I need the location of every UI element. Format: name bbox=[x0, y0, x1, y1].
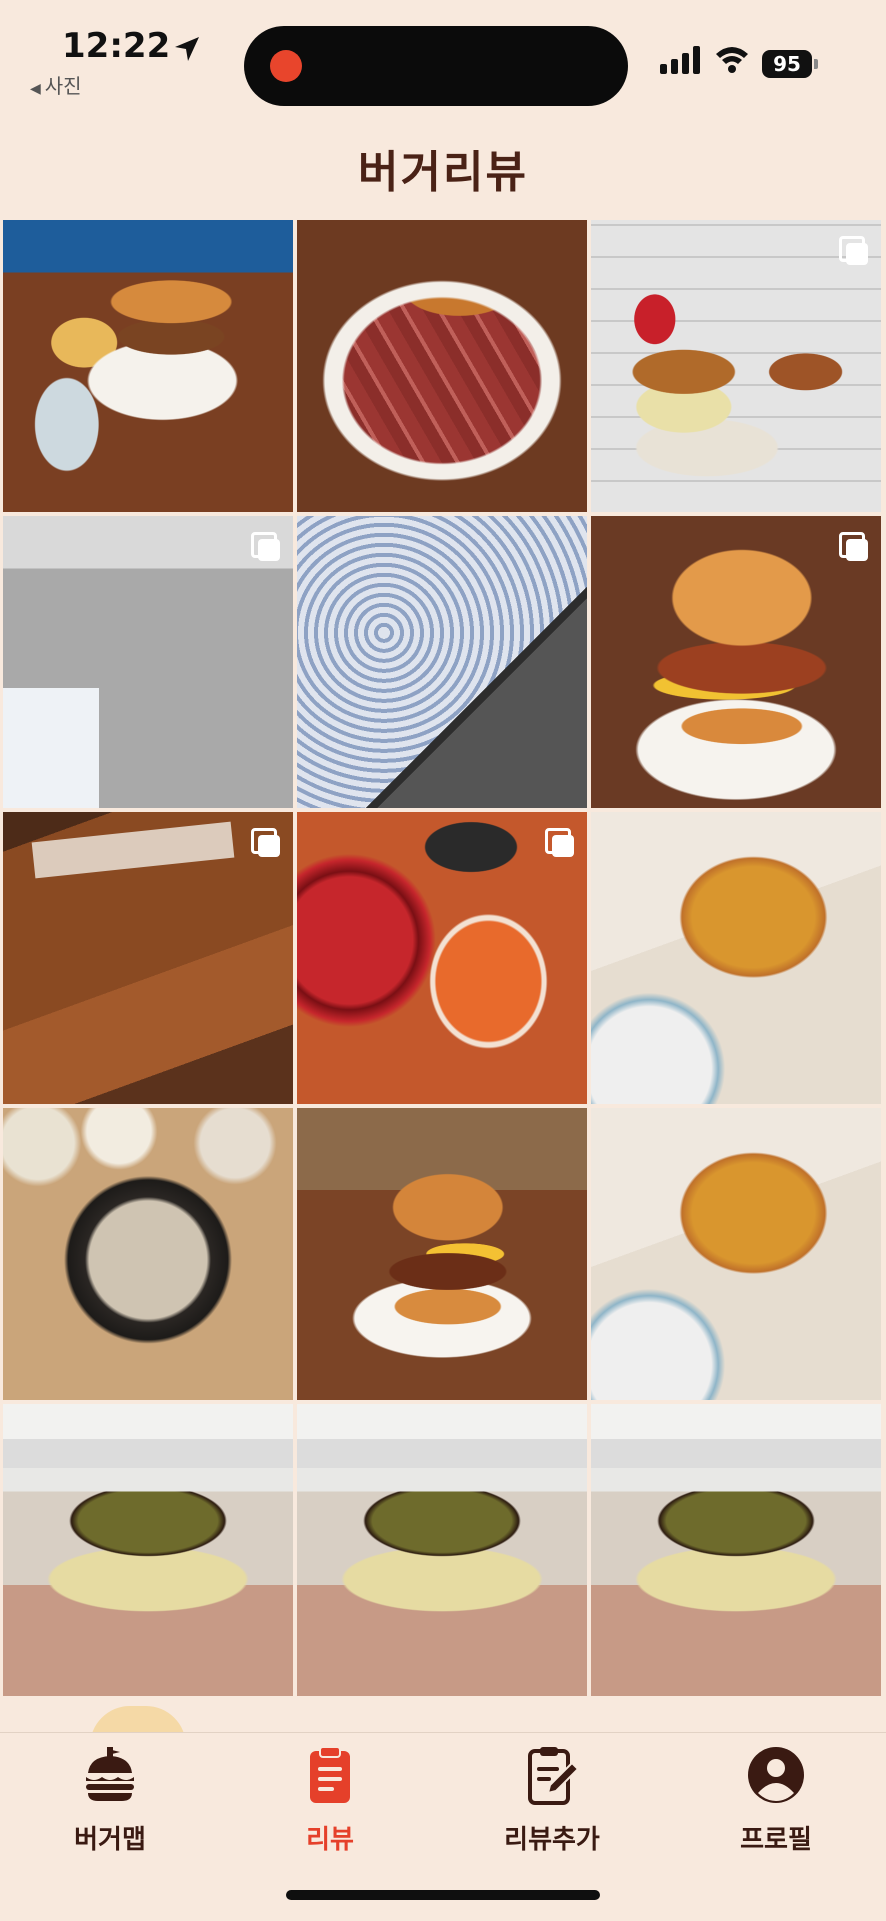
tab-burger-map[interactable]: 버거맵 bbox=[10, 1743, 210, 1856]
review-photo-grid bbox=[3, 220, 883, 1696]
battery-tip bbox=[814, 59, 818, 69]
tab-label: 프로필 bbox=[740, 1825, 812, 1855]
review-photo-burger-fries[interactable] bbox=[3, 220, 293, 512]
tab-label: 리뷰 bbox=[306, 1825, 354, 1855]
review-photo-sky[interactable] bbox=[297, 516, 587, 808]
recording-indicator-icon bbox=[270, 50, 302, 82]
back-triangle-icon: ◀ bbox=[30, 81, 41, 97]
tab-label: 리뷰추가 bbox=[504, 1825, 600, 1855]
cellular-signal-icon bbox=[660, 46, 700, 74]
location-arrow-icon bbox=[175, 37, 199, 61]
review-photo-burger-cola[interactable] bbox=[591, 220, 881, 512]
dynamic-island bbox=[244, 26, 628, 106]
multiple-photos-icon bbox=[251, 828, 280, 857]
tab-profile[interactable]: 프로필 bbox=[676, 1743, 876, 1856]
multiple-photos-icon bbox=[839, 236, 868, 265]
back-app-label: 사진 bbox=[44, 74, 82, 98]
tab-label: 버거맵 bbox=[74, 1825, 146, 1855]
review-photo-steak-burger[interactable] bbox=[297, 220, 587, 512]
multiple-photos-icon bbox=[545, 828, 574, 857]
review-photo-pizza-2[interactable] bbox=[591, 1108, 881, 1400]
multiple-photos-icon bbox=[251, 532, 280, 561]
review-photo-pasta[interactable] bbox=[297, 812, 587, 1104]
review-photo-burger-plate[interactable] bbox=[297, 1108, 587, 1400]
burger-icon bbox=[86, 1747, 134, 1801]
review-photo-mochi-bread-2[interactable] bbox=[297, 1404, 587, 1696]
profile-icon bbox=[748, 1747, 804, 1803]
review-photo-floor[interactable] bbox=[3, 516, 293, 808]
status-bar: 12:22 ◀ 사진 95 bbox=[0, 0, 886, 110]
review-photo-mochi-bread-3[interactable] bbox=[591, 1404, 881, 1696]
status-time: 12:22 bbox=[62, 26, 171, 66]
tab-add-review[interactable]: 리뷰추가 bbox=[452, 1743, 652, 1856]
back-to-app-link[interactable]: ◀ 사진 bbox=[30, 70, 82, 99]
review-photo-pizza[interactable] bbox=[591, 812, 881, 1104]
review-photo-big-burger[interactable] bbox=[591, 516, 881, 808]
wifi-icon bbox=[716, 47, 748, 73]
edit-note-icon bbox=[528, 1747, 580, 1805]
tab-review[interactable]: 리뷰 bbox=[230, 1743, 430, 1856]
review-photo-mochi-bread[interactable] bbox=[3, 1404, 293, 1696]
review-photo-samgyetang[interactable] bbox=[3, 1108, 293, 1400]
battery-indicator: 95 bbox=[762, 50, 812, 78]
home-indicator[interactable] bbox=[286, 1890, 600, 1900]
clipboard-icon bbox=[310, 1746, 350, 1803]
page-title: 버거리뷰 bbox=[358, 147, 528, 198]
review-photo-wood-table[interactable] bbox=[3, 812, 293, 1104]
multiple-photos-icon bbox=[839, 532, 868, 561]
